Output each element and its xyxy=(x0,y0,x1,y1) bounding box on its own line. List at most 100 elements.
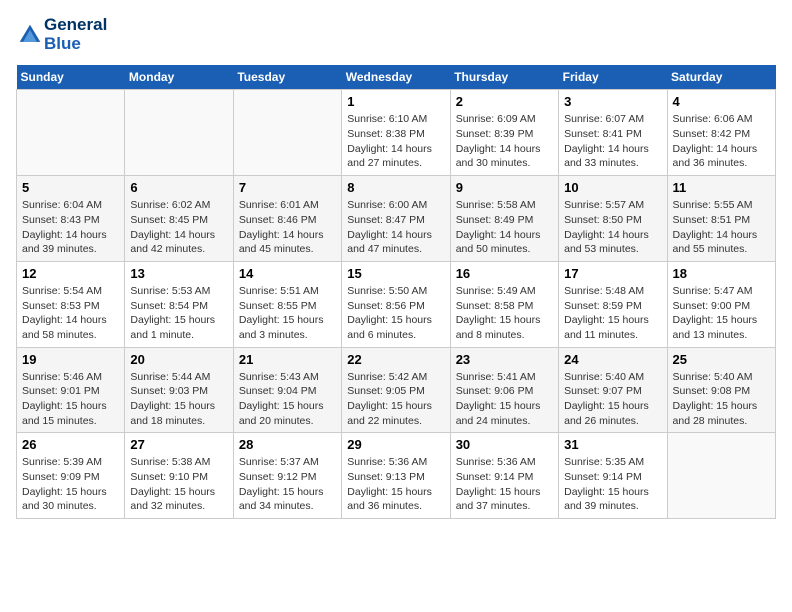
day-info: Sunrise: 5:57 AMSunset: 8:50 PMDaylight:… xyxy=(564,198,661,257)
day-info: Sunrise: 5:58 AMSunset: 8:49 PMDaylight:… xyxy=(456,198,553,257)
day-number: 19 xyxy=(22,352,119,367)
day-number: 4 xyxy=(673,94,770,109)
weekday-header-row: SundayMondayTuesdayWednesdayThursdayFrid… xyxy=(17,65,776,90)
day-cell xyxy=(125,90,233,176)
day-number: 12 xyxy=(22,266,119,281)
day-info: Sunrise: 5:46 AMSunset: 9:01 PMDaylight:… xyxy=(22,370,119,429)
day-number: 21 xyxy=(239,352,336,367)
week-row-5: 26Sunrise: 5:39 AMSunset: 9:09 PMDayligh… xyxy=(17,433,776,519)
day-cell: 28 Sunrise: 5:37 AMSunset: 9:12 PMDayligh… xyxy=(233,433,341,519)
day-info: Sunrise: 6:04 AMSunset: 8:43 PMDaylight:… xyxy=(22,198,119,257)
day-info: Sunrise: 5:37 AMSunset: 9:12 PMDaylight:… xyxy=(239,455,336,514)
day-info: Sunrise: 5:48 AMSunset: 8:59 PMDaylight:… xyxy=(564,284,661,343)
day-number: 22 xyxy=(347,352,444,367)
day-number: 20 xyxy=(130,352,227,367)
day-cell: 6 Sunrise: 6:02 AMSunset: 8:45 PMDaylight… xyxy=(125,176,233,262)
logo: General Blue xyxy=(16,16,107,53)
day-info: Sunrise: 6:09 AMSunset: 8:39 PMDaylight:… xyxy=(456,112,553,171)
day-cell: 13 Sunrise: 5:53 AMSunset: 8:54 PMDayligh… xyxy=(125,261,233,347)
week-row-2: 5 Sunrise: 6:04 AMSunset: 8:43 PMDaylight… xyxy=(17,176,776,262)
day-cell xyxy=(17,90,125,176)
day-cell: 17 Sunrise: 5:48 AMSunset: 8:59 PMDayligh… xyxy=(559,261,667,347)
day-info: Sunrise: 5:51 AMSunset: 8:55 PMDaylight:… xyxy=(239,284,336,343)
logo-icon xyxy=(18,23,42,47)
day-number: 3 xyxy=(564,94,661,109)
day-info: Sunrise: 6:10 AMSunset: 8:38 PMDaylight:… xyxy=(347,112,444,171)
day-cell: 1 Sunrise: 6:10 AMSunset: 8:38 PMDaylight… xyxy=(342,90,450,176)
day-cell: 31Sunrise: 5:35 AMSunset: 9:14 PMDayligh… xyxy=(559,433,667,519)
day-number: 25 xyxy=(673,352,770,367)
day-info: Sunrise: 5:49 AMSunset: 8:58 PMDaylight:… xyxy=(456,284,553,343)
weekday-header-tuesday: Tuesday xyxy=(233,65,341,90)
day-number: 17 xyxy=(564,266,661,281)
day-info: Sunrise: 5:53 AMSunset: 8:54 PMDaylight:… xyxy=(130,284,227,343)
day-number: 2 xyxy=(456,94,553,109)
day-number: 31 xyxy=(564,437,661,452)
day-number: 30 xyxy=(456,437,553,452)
logo-text-blue: Blue xyxy=(44,35,107,54)
day-cell: 4 Sunrise: 6:06 AMSunset: 8:42 PMDaylight… xyxy=(667,90,775,176)
day-number: 14 xyxy=(239,266,336,281)
day-info: Sunrise: 5:55 AMSunset: 8:51 PMDaylight:… xyxy=(673,198,770,257)
day-info: Sunrise: 5:40 AMSunset: 9:07 PMDaylight:… xyxy=(564,370,661,429)
day-cell: 24 Sunrise: 5:40 AMSunset: 9:07 PMDayligh… xyxy=(559,347,667,433)
day-number: 11 xyxy=(673,180,770,195)
day-number: 13 xyxy=(130,266,227,281)
week-row-3: 12 Sunrise: 5:54 AMSunset: 8:53 PMDayligh… xyxy=(17,261,776,347)
day-cell: 2 Sunrise: 6:09 AMSunset: 8:39 PMDaylight… xyxy=(450,90,558,176)
day-number: 1 xyxy=(347,94,444,109)
day-cell: 21Sunrise: 5:43 AMSunset: 9:04 PMDayligh… xyxy=(233,347,341,433)
day-cell: 14 Sunrise: 5:51 AMSunset: 8:55 PMDayligh… xyxy=(233,261,341,347)
day-info: Sunrise: 6:02 AMSunset: 8:45 PMDaylight:… xyxy=(130,198,227,257)
page-header: General Blue xyxy=(16,16,776,53)
day-info: Sunrise: 5:39 AMSunset: 9:09 PMDaylight:… xyxy=(22,455,119,514)
weekday-header-monday: Monday xyxy=(125,65,233,90)
day-info: Sunrise: 5:42 AMSunset: 9:05 PMDaylight:… xyxy=(347,370,444,429)
day-cell: 30 Sunrise: 5:36 AMSunset: 9:14 PMDayligh… xyxy=(450,433,558,519)
day-cell: 12 Sunrise: 5:54 AMSunset: 8:53 PMDayligh… xyxy=(17,261,125,347)
day-number: 27 xyxy=(130,437,227,452)
weekday-header-friday: Friday xyxy=(559,65,667,90)
day-info: Sunrise: 5:36 AMSunset: 9:13 PMDaylight:… xyxy=(347,455,444,514)
logo-text-general: General xyxy=(44,16,107,35)
day-info: Sunrise: 6:06 AMSunset: 8:42 PMDaylight:… xyxy=(673,112,770,171)
day-info: Sunrise: 5:36 AMSunset: 9:14 PMDaylight:… xyxy=(456,455,553,514)
day-info: Sunrise: 6:01 AMSunset: 8:46 PMDaylight:… xyxy=(239,198,336,257)
day-cell: 16 Sunrise: 5:49 AMSunset: 8:58 PMDayligh… xyxy=(450,261,558,347)
day-cell: 25Sunrise: 5:40 AMSunset: 9:08 PMDayligh… xyxy=(667,347,775,433)
day-info: Sunrise: 5:54 AMSunset: 8:53 PMDaylight:… xyxy=(22,284,119,343)
weekday-header-wednesday: Wednesday xyxy=(342,65,450,90)
day-cell: 29 Sunrise: 5:36 AMSunset: 9:13 PMDayligh… xyxy=(342,433,450,519)
day-info: Sunrise: 5:50 AMSunset: 8:56 PMDaylight:… xyxy=(347,284,444,343)
day-cell: 19 Sunrise: 5:46 AMSunset: 9:01 PMDayligh… xyxy=(17,347,125,433)
day-cell: 9 Sunrise: 5:58 AMSunset: 8:49 PMDaylight… xyxy=(450,176,558,262)
day-number: 24 xyxy=(564,352,661,367)
day-number: 10 xyxy=(564,180,661,195)
day-info: Sunrise: 5:47 AMSunset: 9:00 PMDaylight:… xyxy=(673,284,770,343)
day-number: 18 xyxy=(673,266,770,281)
day-number: 29 xyxy=(347,437,444,452)
day-number: 28 xyxy=(239,437,336,452)
day-cell: 15 Sunrise: 5:50 AMSunset: 8:56 PMDayligh… xyxy=(342,261,450,347)
day-cell xyxy=(667,433,775,519)
day-cell: 8Sunrise: 6:00 AMSunset: 8:47 PMDaylight… xyxy=(342,176,450,262)
day-cell: 3 Sunrise: 6:07 AMSunset: 8:41 PMDaylight… xyxy=(559,90,667,176)
day-cell: 7 Sunrise: 6:01 AMSunset: 8:46 PMDaylight… xyxy=(233,176,341,262)
day-number: 16 xyxy=(456,266,553,281)
day-number: 9 xyxy=(456,180,553,195)
day-number: 5 xyxy=(22,180,119,195)
day-cell: 5 Sunrise: 6:04 AMSunset: 8:43 PMDaylight… xyxy=(17,176,125,262)
weekday-header-saturday: Saturday xyxy=(667,65,775,90)
day-cell: 20Sunrise: 5:44 AMSunset: 9:03 PMDayligh… xyxy=(125,347,233,433)
day-cell: 10 Sunrise: 5:57 AMSunset: 8:50 PMDayligh… xyxy=(559,176,667,262)
day-number: 7 xyxy=(239,180,336,195)
weekday-header-thursday: Thursday xyxy=(450,65,558,90)
day-number: 15 xyxy=(347,266,444,281)
day-cell: 22 Sunrise: 5:42 AMSunset: 9:05 PMDayligh… xyxy=(342,347,450,433)
weekday-header-sunday: Sunday xyxy=(17,65,125,90)
day-info: Sunrise: 5:41 AMSunset: 9:06 PMDaylight:… xyxy=(456,370,553,429)
day-cell: 11 Sunrise: 5:55 AMSunset: 8:51 PMDayligh… xyxy=(667,176,775,262)
day-info: Sunrise: 6:07 AMSunset: 8:41 PMDaylight:… xyxy=(564,112,661,171)
day-info: Sunrise: 5:38 AMSunset: 9:10 PMDaylight:… xyxy=(130,455,227,514)
day-number: 6 xyxy=(130,180,227,195)
